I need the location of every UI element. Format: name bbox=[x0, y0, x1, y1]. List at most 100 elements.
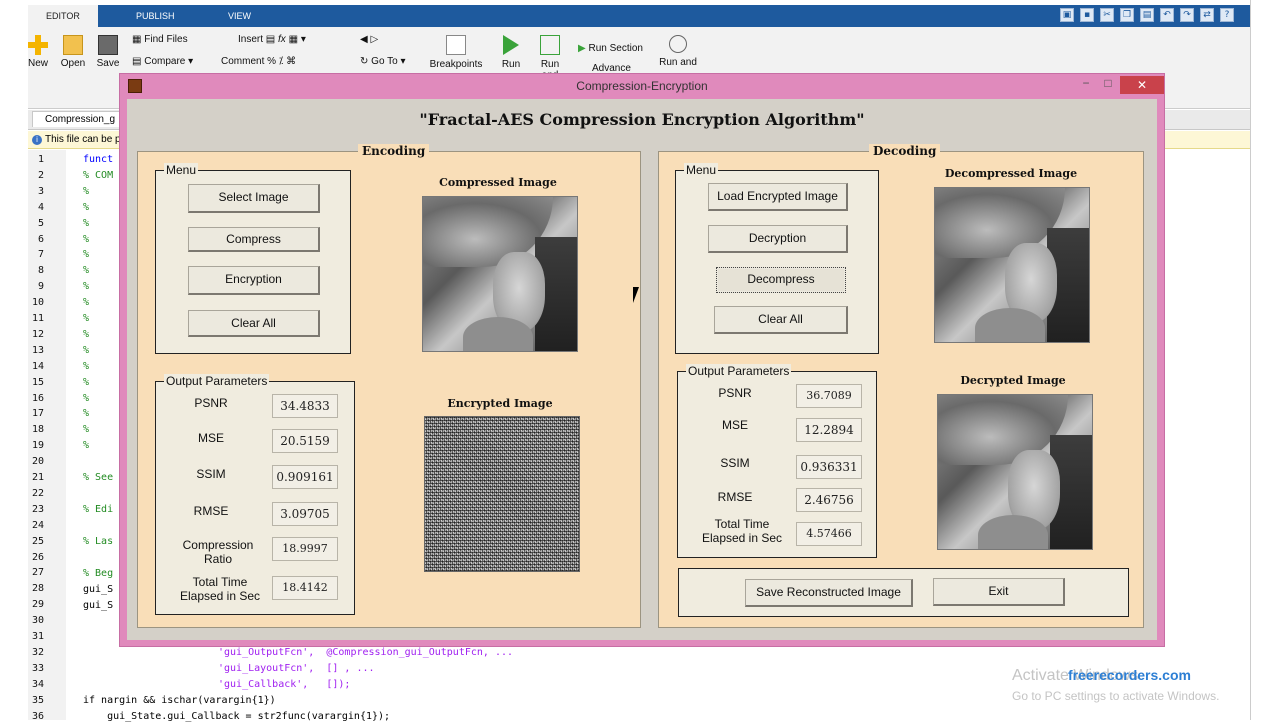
decoding-clear-all-button[interactable]: Clear All bbox=[714, 306, 848, 334]
open-label: Open bbox=[60, 58, 86, 69]
paste-icon[interactable]: ▤ bbox=[1140, 8, 1154, 22]
new-button[interactable]: New bbox=[18, 35, 58, 69]
insert-button[interactable]: Insert ▤ fx ▦ ▾ bbox=[238, 34, 306, 45]
find-files-button[interactable]: ▦ Find Files bbox=[132, 34, 188, 45]
psnr-value: 34.4833 bbox=[272, 394, 338, 418]
line-number: 3 bbox=[37, 185, 44, 197]
help-icon[interactable]: ? bbox=[1220, 8, 1234, 22]
decompressed-image bbox=[934, 187, 1090, 343]
dec-time-label-1: Total Time bbox=[714, 517, 770, 531]
doc-tab-compression[interactable]: Compression_g bbox=[32, 111, 129, 127]
info-bar-text: This file can be p bbox=[45, 134, 121, 145]
maximize-button[interactable]: □ bbox=[1098, 76, 1118, 94]
quick-save-icon[interactable]: ▪ bbox=[1080, 8, 1094, 22]
dec-mse-value: 12.2894 bbox=[796, 418, 862, 442]
code-line-1: funct bbox=[83, 154, 114, 165]
encoding-clear-all-button[interactable]: Clear All bbox=[188, 310, 320, 337]
insert-label: Insert bbox=[238, 34, 264, 45]
decryption-button[interactable]: Decryption bbox=[708, 225, 848, 253]
enc-time-value: 18.4142 bbox=[272, 576, 338, 600]
line-number: 14 bbox=[31, 360, 44, 372]
encoding-panel: Encoding Menu Select Image Compress Encr… bbox=[137, 144, 641, 628]
layout-icon[interactable]: ▣ bbox=[1060, 8, 1074, 22]
run-section-button[interactable]: ▶ Run Section bbox=[578, 43, 643, 54]
breakpoints-button[interactable]: Breakpoints bbox=[428, 35, 484, 70]
line-number: 15 bbox=[31, 376, 44, 388]
line-number: 24 bbox=[31, 519, 44, 531]
encryption-button[interactable]: Encryption bbox=[188, 266, 320, 295]
back-icon[interactable]: ◀ ▷ bbox=[360, 34, 378, 45]
app-heading: "Fractal-AES Compression Encryption Algo… bbox=[419, 110, 865, 129]
save-reconstructed-image-button[interactable]: Save Reconstructed Image bbox=[745, 579, 913, 607]
fx-icon[interactable]: fx bbox=[278, 34, 286, 45]
minimize-button[interactable]: − bbox=[1076, 76, 1096, 94]
comment-line: % bbox=[83, 328, 90, 340]
dec-ssim-value: 0.936331 bbox=[796, 455, 862, 479]
tab-view[interactable]: VIEW bbox=[210, 5, 269, 27]
code-line-32: 'gui_OutputFcn', @Compression_gui_Output… bbox=[218, 647, 514, 658]
close-button[interactable]: ✕ bbox=[1120, 76, 1164, 94]
open-button[interactable]: Open bbox=[53, 35, 93, 69]
decoding-output-group: Output Parameters PSNR 36.7089 MSE 12.28… bbox=[677, 364, 877, 558]
activate-settings-watermark: Go to PC settings to activate Windows. bbox=[1012, 689, 1220, 703]
decoding-title: Decoding bbox=[869, 144, 941, 158]
decoding-panel: Decoding Menu Load Encrypted Image Decry… bbox=[658, 144, 1144, 628]
comment-line: % bbox=[83, 249, 90, 261]
find-files-label: Find Files bbox=[144, 34, 188, 45]
save-button[interactable]: Save bbox=[88, 35, 128, 69]
ssim-label: SSIM bbox=[196, 467, 226, 481]
rmse-value: 3.09705 bbox=[272, 502, 338, 526]
run-button[interactable]: Run bbox=[496, 35, 526, 70]
encrypted-image-title: Encrypted Image bbox=[447, 397, 553, 410]
line-number: 2 bbox=[37, 169, 44, 181]
run-and-time-label: Run and bbox=[659, 57, 697, 68]
comment-line: % bbox=[83, 440, 90, 452]
comment-button[interactable]: Comment % ⁒ ⌘ bbox=[221, 56, 296, 67]
right-strip bbox=[1250, 0, 1280, 720]
line-number: 22 bbox=[31, 487, 44, 499]
copy-icon[interactable]: ❐ bbox=[1120, 8, 1134, 22]
line-number: 34 bbox=[31, 678, 44, 690]
go-to-button[interactable]: ↻ Go To ▾ bbox=[360, 56, 405, 67]
comment-line: % bbox=[83, 217, 90, 229]
exit-button[interactable]: Exit bbox=[933, 578, 1065, 606]
dec-mse-label: MSE bbox=[721, 418, 748, 432]
load-encrypted-image-button[interactable]: Load Encrypted Image bbox=[708, 183, 848, 211]
dec-psnr-label: PSNR bbox=[718, 386, 752, 400]
mse-value: 20.5159 bbox=[272, 429, 338, 453]
compare-button[interactable]: ▤ Compare ▾ bbox=[132, 56, 193, 67]
decrypted-image-title: Decrypted Image bbox=[960, 374, 1066, 387]
cut-icon[interactable]: ✂ bbox=[1100, 8, 1114, 22]
window-titlebar[interactable]: Compression-Encryption − □ ✕ bbox=[120, 74, 1164, 98]
dec-psnr-value: 36.7089 bbox=[796, 384, 862, 408]
redo-icon[interactable]: ↷ bbox=[1180, 8, 1194, 22]
switch-windows-icon[interactable]: ⇄ bbox=[1200, 8, 1214, 22]
comment-line: % bbox=[83, 408, 90, 420]
comment-line: % bbox=[83, 313, 90, 324]
select-image-button[interactable]: Select Image bbox=[188, 184, 320, 213]
comment-line: % bbox=[83, 201, 90, 213]
run-section-label: Run Section bbox=[588, 43, 643, 54]
compression-ratio-value: 18.9997 bbox=[272, 537, 338, 561]
enc-time-label-2: Elapsed in Sec bbox=[179, 589, 261, 603]
ssim-value: 0.909161 bbox=[272, 465, 338, 489]
new-label: New bbox=[27, 58, 48, 69]
code-line-28: gui_S bbox=[83, 584, 114, 595]
go-to-label: Go To bbox=[371, 56, 398, 67]
undo-icon[interactable]: ↶ bbox=[1160, 8, 1174, 22]
decompress-button[interactable]: Decompress bbox=[716, 267, 846, 293]
tab-publish[interactable]: PUBLISH bbox=[118, 5, 193, 27]
encrypted-image bbox=[424, 416, 580, 572]
breakpoints-icon bbox=[446, 35, 466, 55]
tab-editor[interactable]: EDITOR bbox=[28, 5, 98, 27]
line-number: 33 bbox=[31, 662, 44, 674]
comment-line: % bbox=[83, 297, 90, 309]
run-and-time-button[interactable]: Run and bbox=[658, 35, 698, 68]
comment-line: % bbox=[83, 360, 90, 372]
line-number: 27 bbox=[31, 567, 44, 579]
dec-rmse-value: 2.46756 bbox=[796, 488, 862, 512]
figure-client-area: "Fractal-AES Compression Encryption Algo… bbox=[127, 99, 1157, 640]
compress-button[interactable]: Compress bbox=[188, 227, 320, 252]
decoding-menu-title: Menu bbox=[684, 163, 719, 177]
line-number: 8 bbox=[37, 265, 44, 277]
